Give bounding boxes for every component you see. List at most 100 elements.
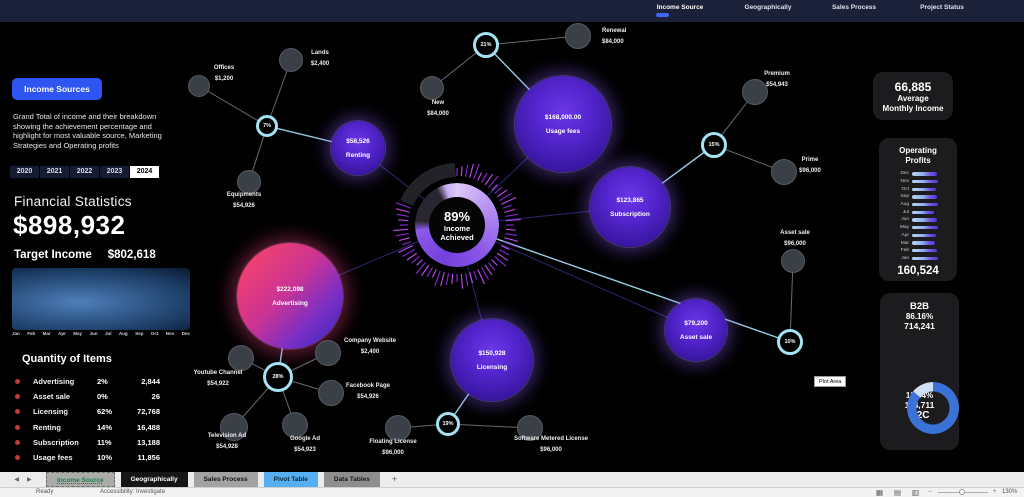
satellite-name: Software Metered License xyxy=(514,434,588,445)
satellite-name: Youtube Channel xyxy=(194,368,243,379)
op-month-label: Jun xyxy=(887,217,909,222)
operating-profits-card[interactable]: Operating Profits DecNovOctSepAugJulJunM… xyxy=(879,138,957,281)
percent-node-19[interactable]: 19% xyxy=(436,412,460,436)
gauge-label-1: Income xyxy=(444,224,470,233)
satellite-name: Renewal xyxy=(602,26,626,37)
operating-profit-row: May xyxy=(879,224,957,232)
operating-profit-row: Jan xyxy=(879,255,957,263)
satellite-renewal[interactable] xyxy=(565,23,591,49)
satellite-value: $54,926 xyxy=(346,392,390,403)
plot-area-label: Plot Area xyxy=(814,376,846,387)
satellite-name: Facebook Page xyxy=(346,381,390,392)
bubble-label: Advertising xyxy=(272,300,308,307)
sheet-nav-arrows[interactable]: ◀▶ xyxy=(0,472,46,487)
sheet-tab-data-tables[interactable]: Data Tables xyxy=(324,472,380,487)
page-layout-view-icon[interactable]: ▤ xyxy=(894,488,901,497)
ready-status: Ready xyxy=(36,489,53,495)
satellite-value: $54,922 xyxy=(194,379,243,390)
operating-profit-row: Nov xyxy=(879,178,957,186)
satellite-value: $2,400 xyxy=(311,59,329,70)
bubble-value: $123,865 xyxy=(616,197,643,204)
bubble-advertising[interactable]: $222,098 Advertising xyxy=(237,243,343,349)
satellite-prime[interactable] xyxy=(771,159,797,185)
percent-node-10[interactable]: 10% xyxy=(777,329,803,355)
satellite-label-google-ad: Google Ad$54,923 xyxy=(290,434,320,456)
sheet-tab-sales-process[interactable]: Sales Process xyxy=(194,472,258,487)
sheet-prev-icon[interactable]: ◀ xyxy=(14,476,19,483)
zoom-out-icon[interactable]: − xyxy=(928,489,932,495)
op-bar xyxy=(912,257,938,260)
satellite-label-facebook-page: Facebook Page$54,926 xyxy=(346,381,390,403)
satellite-label-asset-sat: Asset sale$96,000 xyxy=(780,228,810,250)
b2b-b2c-card[interactable]: B2B 86.16% 714,241 13.84% 114,711 B2C xyxy=(880,293,959,450)
zoom-slider-knob[interactable] xyxy=(959,489,965,495)
satellite-value: $2,400 xyxy=(344,347,396,358)
satellite-facebook-page[interactable] xyxy=(318,380,344,406)
accessibility-status[interactable]: Accessibility: Investigate xyxy=(100,489,165,495)
op-bar xyxy=(912,241,935,244)
satellite-new[interactable] xyxy=(420,76,444,100)
op-month-label: Sep xyxy=(887,194,909,199)
sheet-tab-income-source[interactable]: Income Source xyxy=(46,472,115,487)
op-month-label: Jul xyxy=(887,210,909,215)
zoom-in-icon[interactable]: + xyxy=(993,489,997,495)
operating-profits-total: 160,524 xyxy=(879,265,957,277)
normal-view-icon[interactable]: ▦ xyxy=(876,488,883,497)
bubble-label: Asset sale xyxy=(680,334,712,341)
operating-profit-row: Aug xyxy=(879,201,957,209)
satellite-label-television-ad: Television Ad$54,928 xyxy=(208,431,246,453)
bubble-renting[interactable]: $58,526Renting xyxy=(331,121,385,175)
satellite-lands[interactable] xyxy=(279,48,303,72)
bubble-label: Subscription xyxy=(610,211,650,218)
operating-profit-row: Jul xyxy=(879,208,957,216)
bubble-value: $150,928 xyxy=(478,350,505,357)
percent-node-28[interactable]: 28% xyxy=(263,362,293,392)
satellite-value: $96,000 xyxy=(369,448,416,459)
sheet-next-icon[interactable]: ▶ xyxy=(27,476,32,483)
bubble-licensing[interactable]: $150,928Licensing xyxy=(451,319,533,401)
satellite-label-offices: Offices$1,200 xyxy=(214,63,234,85)
satellite-value: $96,000 xyxy=(780,239,810,250)
satellite-value: $1,200 xyxy=(214,74,234,85)
avg-income-label-1: Average xyxy=(873,94,953,104)
satellite-company-website[interactable] xyxy=(315,340,341,366)
satellite-value: $54,928 xyxy=(208,442,246,453)
bubble-asset[interactable]: $79,200 Asset sale xyxy=(665,299,727,361)
satellite-value: $54,926 xyxy=(227,201,261,212)
satellite-value: $54,943 xyxy=(764,80,790,91)
op-bar xyxy=(912,218,937,221)
sheet-tabs: Income Source Geographically Sales Process… xyxy=(46,472,403,487)
satellite-label-software-metered-license: Software Metered License$96,000 xyxy=(514,434,588,456)
bubble-value: $58,526 xyxy=(346,138,370,145)
page-break-view-icon[interactable]: ▥ xyxy=(912,488,919,497)
sheet-tab-pivot-table[interactable]: Pivot Table xyxy=(264,472,318,487)
op-bar xyxy=(912,234,936,237)
percent-node-21[interactable]: 21% xyxy=(473,32,499,58)
op-bar xyxy=(912,211,934,214)
operating-profit-row: Dec xyxy=(879,170,957,178)
satellite-offices[interactable] xyxy=(188,75,210,97)
satellite-value: $54,923 xyxy=(290,445,320,456)
bubble-usage[interactable]: $168,000.00Usage fees xyxy=(515,76,611,172)
op-month-label: May xyxy=(887,225,909,230)
bubble-subscription[interactable]: $123,865 Subscription xyxy=(590,167,670,247)
add-sheet-button[interactable]: + xyxy=(386,472,403,487)
op-month-label: Mar xyxy=(887,241,909,246)
operating-profit-row: Mar xyxy=(879,239,957,247)
zoom-level[interactable]: 130% xyxy=(1002,489,1017,495)
avg-monthly-income-card[interactable]: 66,885 Average Monthly Income xyxy=(873,72,953,120)
b2b-value: 714,241 xyxy=(880,321,959,331)
satellite-value: $84,000 xyxy=(602,37,626,48)
satellite-name: Equipments xyxy=(227,190,261,201)
sheet-tab-geographically[interactable]: Geographically xyxy=(121,472,188,487)
bubble-value: $79,200 xyxy=(684,320,708,327)
percent-node-7[interactable]: 7% xyxy=(256,115,278,137)
operating-profits-bar-chart: DecNovOctSepAugJulJunMayAprMarFebJan xyxy=(879,170,957,262)
bubble-value: $222,098 xyxy=(276,286,303,293)
operating-profits-title-1: Operating xyxy=(879,146,957,156)
percent-node-15[interactable]: 15% xyxy=(701,132,727,158)
satellite-label-premium: Premium$54,943 xyxy=(764,69,790,91)
excel-window: Income Source Geographically Sales Proce… xyxy=(0,0,1024,497)
satellite-asset-sat[interactable] xyxy=(781,249,805,273)
satellite-name: Floating License xyxy=(369,437,416,448)
